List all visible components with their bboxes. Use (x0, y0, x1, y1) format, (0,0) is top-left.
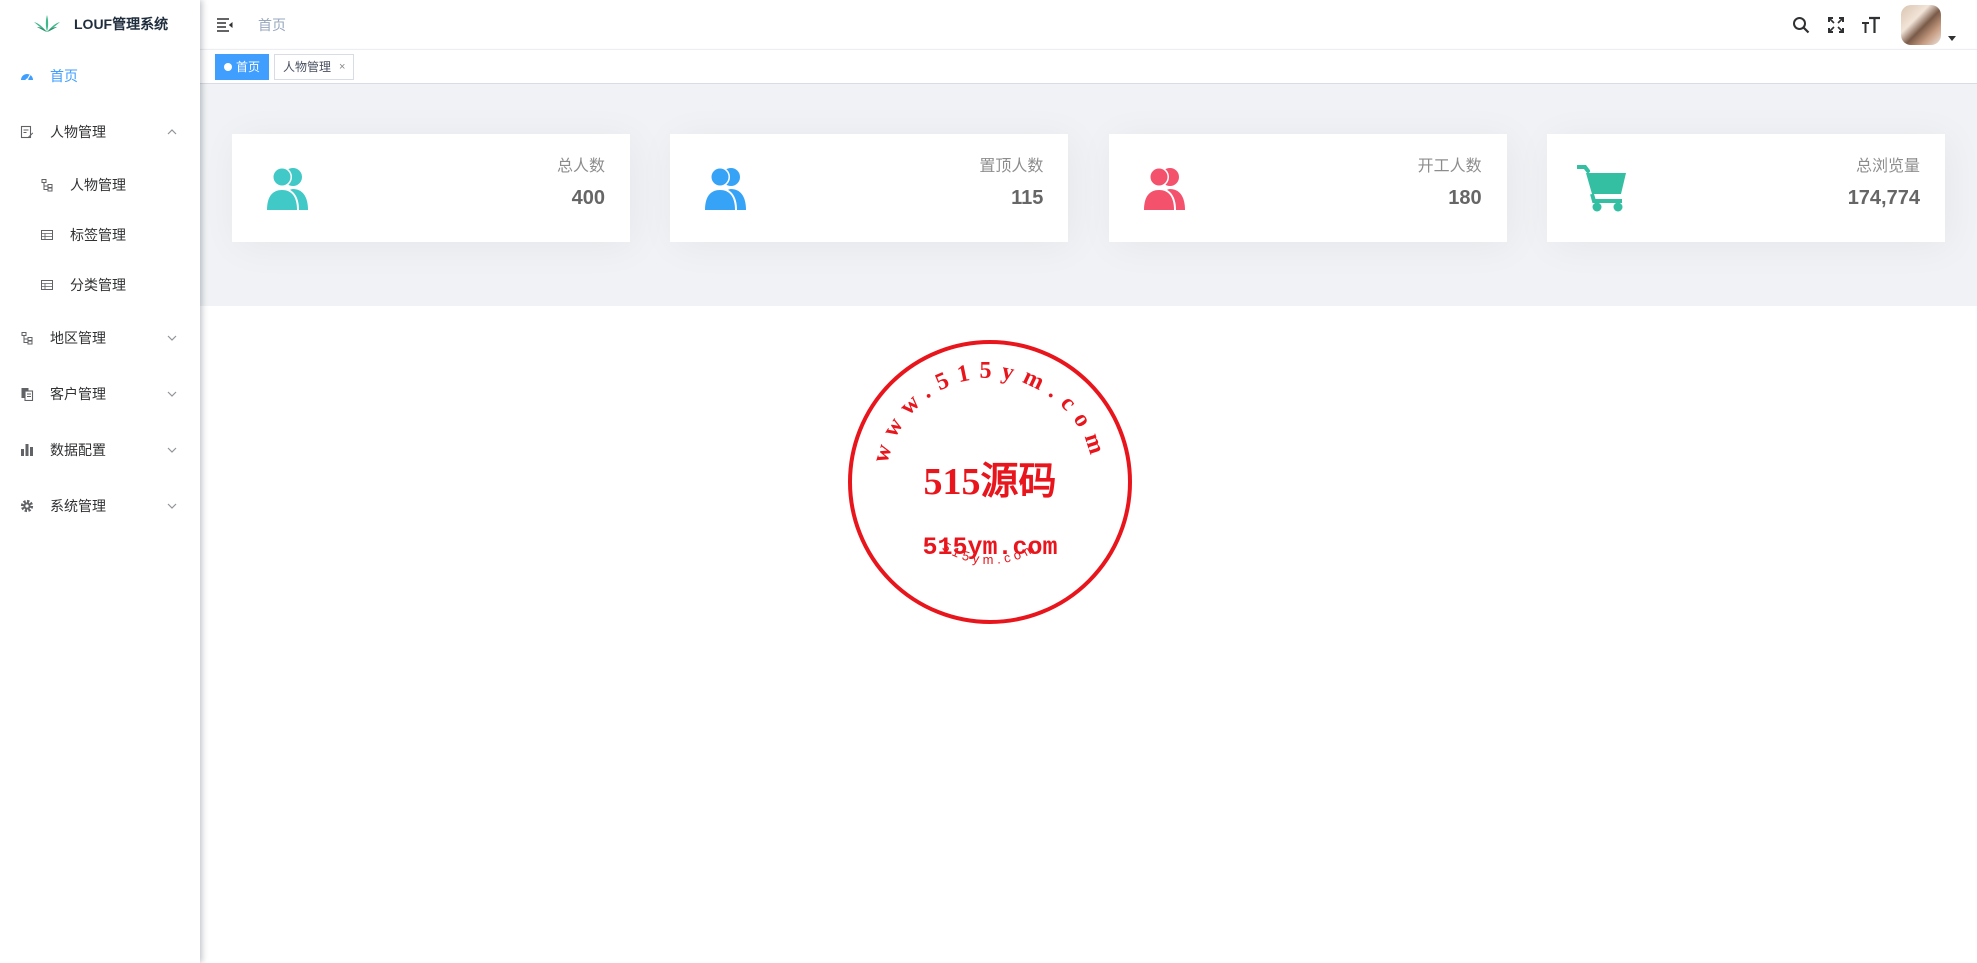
chevron-down-icon (167, 335, 177, 341)
sidebar-item-region-management[interactable]: 地区管理 (0, 310, 200, 366)
stat-card-total-people[interactable]: 总人数 400 (232, 134, 630, 242)
clipboard-icon (20, 387, 34, 401)
tree-icon (20, 331, 34, 345)
stat-card-pinned-people[interactable]: 置顶人数 115 (670, 134, 1069, 242)
logo-icon (34, 15, 60, 32)
stamp-main-text: 515源码 (923, 461, 1056, 503)
card-label: 开工人数 (1417, 158, 1482, 175)
sidebar-subitem-person-management[interactable]: 人物管理 (0, 160, 200, 210)
avatar[interactable] (1901, 5, 1941, 45)
sidebar-subitem-label: 分类管理 (70, 277, 126, 293)
dashboard-icon (20, 69, 34, 83)
fullscreen-icon[interactable] (1826, 15, 1846, 35)
sidebar-subitem-category-management[interactable]: 分类管理 (0, 260, 200, 310)
stat-card-working-people[interactable]: 开工人数 180 (1108, 134, 1507, 242)
sidebar-subitem-label: 标签管理 (70, 227, 126, 243)
active-dot (224, 62, 232, 71)
tag-home[interactable]: 首页 (215, 53, 270, 80)
table-icon (40, 228, 54, 242)
breadcrumb[interactable]: 首页 (258, 15, 286, 35)
card-description: 开工人数 180 (1418, 158, 1482, 208)
chart-icon (20, 443, 34, 457)
font-size-icon[interactable] (1861, 15, 1881, 35)
close-icon[interactable]: × (339, 55, 345, 79)
card-description: 总人数 400 (557, 158, 605, 208)
sidebar-subitem-label: 人物管理 (70, 177, 126, 193)
tags-view: 首页 人物管理 × (200, 50, 1977, 84)
app: LOUF管理系统 首页 人物管理 人物管理 标签管理 分类管理 地区管理 客户管… (0, 0, 1977, 963)
sidebar-item-system-management[interactable]: 系统管理 (0, 478, 200, 534)
table-icon (40, 278, 54, 292)
sidebar-item-home[interactable]: 首页 (0, 48, 200, 104)
sidebar-item-label: 人物管理 (50, 124, 106, 140)
navbar: 首页 (200, 0, 1977, 50)
card-value: 174,774 (1847, 187, 1920, 209)
card-description: 置顶人数 115 (979, 158, 1043, 208)
svg-text:www.515ym.com: www.515ym.com (868, 358, 1113, 466)
gear-icon (20, 499, 34, 513)
chevron-down-icon (167, 447, 177, 453)
panel-group: 总人数 400 置顶人数 115 开工人数 180 总浏览量 174,774 (200, 84, 1977, 306)
stamp-ring-text: www.515ym.com (868, 358, 1104, 466)
sidebar-item-label: 数据配置 (50, 442, 106, 458)
card-value: 400 (571, 187, 605, 209)
card-value: 115 (1011, 187, 1044, 209)
chevron-down-icon (167, 391, 177, 397)
shopping-cart-icon (1576, 165, 1626, 212)
main-area: 首页 首页 人物管理 × 总人数 400 置顶人数 115 开工人数 180 总… (200, 0, 1977, 963)
sidebar-item-label: 客户管理 (50, 386, 106, 402)
tag-label: 人物管理 (283, 59, 332, 74)
sidebar-subitem-tag-management[interactable]: 标签管理 (0, 210, 200, 260)
tree-icon (40, 178, 54, 192)
card-value: 180 (1448, 187, 1482, 209)
app-title: LOUF管理系统 (74, 16, 169, 32)
sidebar-item-customer-management[interactable]: 客户管理 (0, 366, 200, 422)
card-label: 总浏览量 (1855, 158, 1920, 175)
sidebar-item-label: 系统管理 (50, 498, 106, 514)
caret-down-icon (1948, 36, 1956, 41)
tag-person-management[interactable]: 人物管理 × (274, 53, 355, 80)
search-icon[interactable] (1791, 15, 1811, 35)
sidebar-item-label: 地区管理 (50, 330, 106, 346)
user-menu[interactable] (1901, 5, 1957, 45)
logo[interactable]: LOUF管理系统 (0, 0, 200, 48)
right-menu (1776, 0, 1957, 50)
chevron-up-icon (167, 129, 177, 135)
tag-label: 首页 (236, 59, 261, 74)
content-area: www.515ym.com 515源码 515ym.com 515ym.com (200, 306, 1977, 962)
sidebar: LOUF管理系统 首页 人物管理 人物管理 标签管理 分类管理 地区管理 客户管… (0, 0, 200, 963)
form-icon (20, 125, 34, 139)
hamburger-icon[interactable] (216, 17, 234, 33)
chevron-down-icon (167, 503, 177, 509)
stat-card-total-views[interactable]: 总浏览量 174,774 (1546, 134, 1945, 242)
card-label: 置顶人数 (979, 158, 1044, 175)
sidebar-item-label: 首页 (50, 68, 78, 84)
sidebar-item-data-config[interactable]: 数据配置 (0, 422, 200, 478)
watermark-stamp: www.515ym.com 515源码 515ym.com 515ym.com (848, 340, 1132, 624)
card-description: 总浏览量 174,774 (1848, 158, 1920, 208)
peoples-icon (703, 167, 747, 210)
peoples-icon (1141, 167, 1185, 210)
sidebar-item-person-management[interactable]: 人物管理 (0, 104, 200, 160)
card-label: 总人数 (556, 158, 605, 175)
sidebar-menu: 首页 人物管理 人物管理 标签管理 分类管理 地区管理 客户管理 数据配置 系统… (0, 48, 200, 534)
peoples-icon (265, 167, 308, 210)
